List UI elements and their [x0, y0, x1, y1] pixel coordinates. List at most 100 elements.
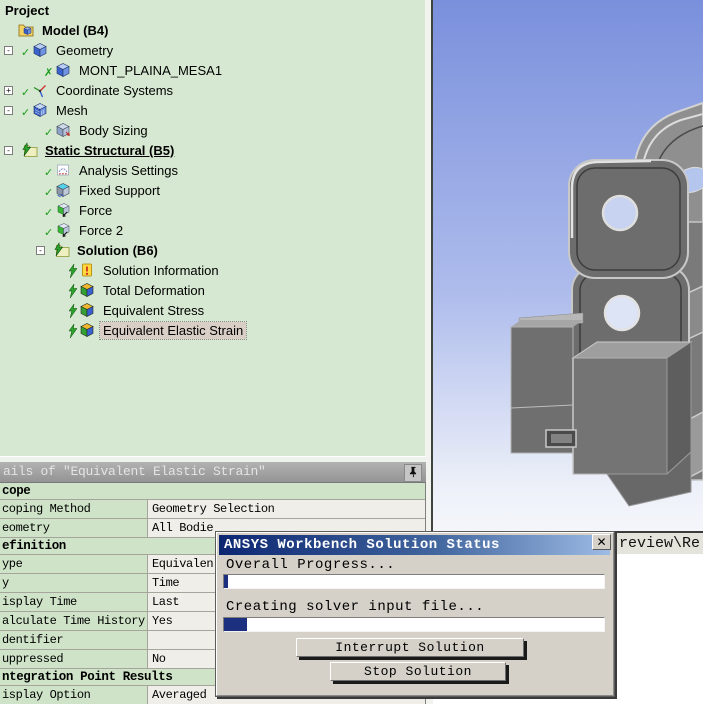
sizing-cube-icon: [55, 122, 72, 138]
model-folder-icon: [18, 22, 35, 38]
tree-item-label: Mesh: [56, 102, 88, 118]
tree-item-solution-b6[interactable]: - Solution (B6): [0, 240, 425, 260]
details-category-cope: cope: [0, 483, 425, 500]
tree-item-geometry[interactable]: - ✓ Geometry: [0, 40, 425, 60]
tree-item-label: Fixed Support: [79, 182, 160, 198]
force-icon: [55, 222, 72, 238]
tree-item-coordinate-systems[interactable]: + ✓ Coordinate Systems: [0, 80, 425, 100]
details-header-title: ails of "Equivalent Elastic Strain": [3, 464, 266, 479]
tree-item-mont-plaina-mesa1[interactable]: ✗ MONT_PLAINA_MESA1: [0, 60, 425, 80]
tree-item-label: Force 2: [79, 222, 124, 238]
tree-item-label: Project: [5, 2, 50, 18]
geometry-viewport[interactable]: [433, 0, 703, 533]
interrupt-solution-button[interactable]: Interrupt Solution: [296, 638, 524, 657]
overall-progress-label: Overall Progress...: [226, 557, 396, 573]
cad-part-geometry: [510, 101, 703, 507]
tree-item-body-sizing[interactable]: ✓ Body Sizing: [0, 120, 425, 140]
solution-status-dialog: ANSYS Workbench Solution Status ✕ Overal…: [215, 531, 615, 697]
dialog-titlebar[interactable]: ANSYS Workbench Solution Status: [219, 535, 610, 555]
collapse-icon[interactable]: -: [4, 145, 13, 155]
task-progress-bar: [223, 617, 605, 632]
details-row-coping-method: coping Method Geometry Selection: [0, 500, 425, 519]
collapse-icon[interactable]: -: [4, 105, 13, 115]
tree-item-equivalent-stress[interactable]: Equivalent Stress: [0, 300, 425, 320]
ansys-mechanical-window: Project Model (B4) - ✓ Geometry ✗ MONT_PLAINA_…: [0, 0, 703, 704]
lightning-icon: [68, 283, 79, 300]
tree-item-label: Geometry: [56, 42, 114, 58]
stop-solution-button[interactable]: Stop Solution: [330, 662, 506, 681]
tree-item-label: Solution (B6): [77, 242, 158, 258]
details-label: y: [0, 574, 148, 592]
tree-item-label: Solution Information: [103, 262, 219, 278]
result-cube-icon: [79, 282, 96, 298]
tree-item-force-2[interactable]: ✓ Force 2: [0, 220, 425, 240]
lightning-icon: [68, 263, 79, 280]
result-cube-icon: [79, 322, 96, 338]
tree-item-label: Total Deformation: [103, 282, 205, 298]
details-label: eometry: [0, 519, 148, 537]
details-label: uppressed: [0, 650, 148, 668]
tree-item-mesh[interactable]: - ✓ Mesh: [0, 100, 425, 120]
check-mark-icon: ✓: [21, 45, 31, 59]
collapse-icon[interactable]: -: [4, 45, 13, 55]
solution-folder-icon: [53, 242, 70, 258]
details-value[interactable]: Geometry Selection: [148, 500, 425, 518]
check-mark-icon: ✓: [21, 105, 31, 119]
details-label: isplay Option: [0, 686, 148, 704]
overall-progress-fill: [224, 575, 228, 588]
geometry-cube-icon: [55, 62, 72, 78]
tree-item-equivalent-elastic-strain[interactable]: Equivalent Elastic Strain: [0, 320, 425, 340]
check-mark-icon: ✓: [44, 185, 54, 199]
tree-item-solution-information[interactable]: Solution Information: [0, 260, 425, 280]
check-mark-icon: ✓: [44, 125, 54, 139]
solution-info-icon: [79, 262, 96, 278]
report-preview-tab[interactable]: review\Re: [613, 531, 703, 554]
mesh-cube-icon: [32, 102, 49, 118]
close-icon[interactable]: ✕: [592, 534, 611, 550]
analysis-settings-icon: [55, 162, 72, 178]
tree-item-total-deformation[interactable]: Total Deformation: [0, 280, 425, 300]
expand-icon[interactable]: +: [4, 85, 13, 95]
task-progress-label: Creating solver input file...: [226, 599, 485, 615]
tree-item-label: Coordinate Systems: [56, 82, 174, 98]
lightning-icon: [68, 323, 79, 340]
axes-icon: [32, 82, 49, 98]
tree-item-analysis-settings[interactable]: ✓ Analysis Settings: [0, 160, 425, 180]
tree-item-static-structural-b5[interactable]: - Static Structural (B5): [0, 140, 425, 160]
tree-item-label: Model (B4): [42, 22, 109, 38]
tree-item-model-b4[interactable]: Model (B4): [0, 20, 425, 40]
tree-item-label: Analysis Settings: [79, 162, 178, 178]
collapse-icon[interactable]: -: [36, 245, 45, 255]
result-cube-icon: [79, 302, 96, 318]
task-progress-fill: [224, 618, 247, 631]
details-label: alculate Time History: [0, 612, 148, 630]
tree-item-label: Equivalent Stress: [103, 302, 205, 318]
check-mark-icon: ✓: [44, 205, 54, 219]
x-mark-icon: ✗: [44, 65, 54, 79]
check-mark-icon: ✓: [44, 225, 54, 239]
details-label: isplay Time: [0, 593, 148, 611]
details-header: ails of "Equivalent Elastic Strain": [0, 462, 426, 483]
tree-item-label: Body Sizing: [79, 122, 148, 138]
check-mark-icon: ✓: [44, 165, 54, 179]
tree-item-project[interactable]: Project: [0, 0, 425, 20]
tree-item-label: Force: [79, 202, 113, 218]
tree-item-label: Static Structural (B5): [45, 142, 175, 158]
tree-item-label: Equivalent Elastic Strain: [98, 320, 248, 340]
env-folder-icon: [21, 142, 38, 158]
fixed-support-icon: [55, 182, 72, 198]
overall-progress-bar: [223, 574, 605, 589]
tree-item-force[interactable]: ✓ Force: [0, 200, 425, 220]
lightning-icon: [68, 303, 79, 320]
tree-item-label: MONT_PLAINA_MESA1: [79, 62, 223, 78]
outline-tree[interactable]: Project Model (B4) - ✓ Geometry ✗ MONT_PLAINA_…: [0, 0, 425, 456]
bottom-right-empty-area: [613, 554, 703, 704]
details-label: coping Method: [0, 500, 148, 518]
check-mark-icon: ✓: [21, 85, 31, 99]
geometry-cube-icon: [32, 42, 49, 58]
details-label: dentifier: [0, 631, 148, 649]
force-icon: [55, 202, 72, 218]
details-label: ype: [0, 555, 148, 573]
pin-icon[interactable]: [404, 464, 422, 482]
tree-item-fixed-support[interactable]: ✓ Fixed Support: [0, 180, 425, 200]
